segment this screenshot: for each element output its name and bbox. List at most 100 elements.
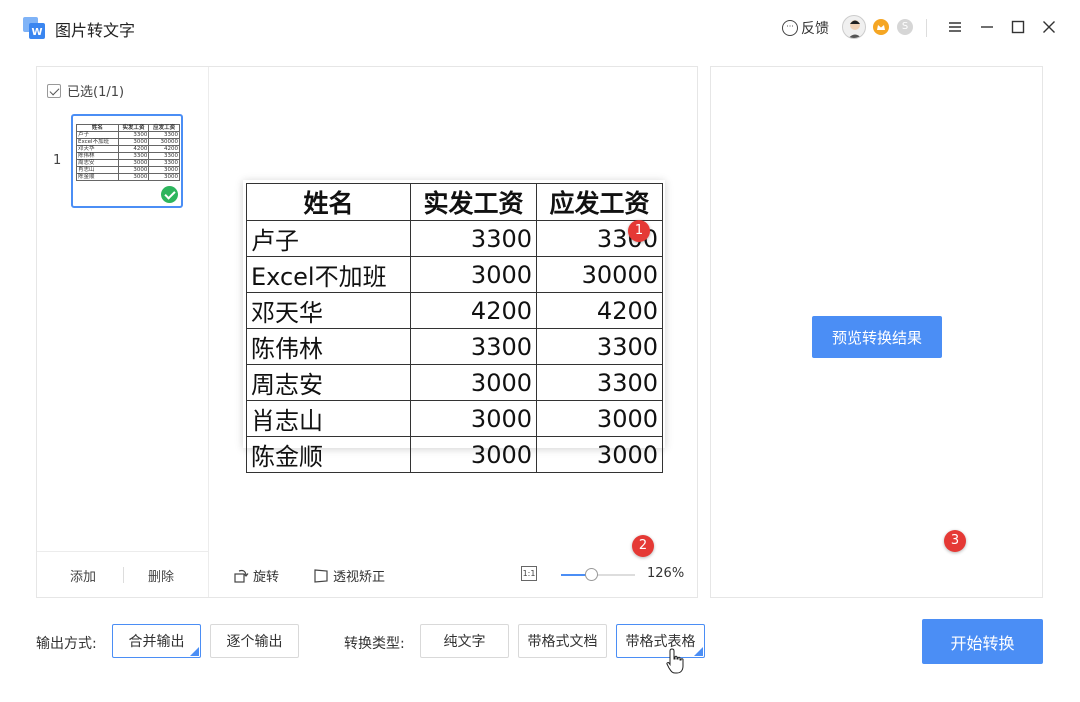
preview-table-cell: 邓天华 — [246, 292, 411, 329]
thumbnail-table-cell: 3000 — [117, 138, 150, 146]
title-bar: W 图片转文字 ··· 反馈 S — [0, 0, 1080, 56]
thumbnail-table-cell: 陈伟林 — [76, 152, 119, 160]
preview-table-cell: 3000 — [410, 400, 537, 437]
plain-text-button[interactable]: 纯文字 — [420, 624, 509, 658]
thumbnail-table-cell: 3000 — [117, 159, 150, 167]
thumbnail-table-cell: 周志安 — [76, 159, 119, 167]
thumbnail-table-cell: 30000 — [148, 138, 180, 146]
thumbnail-table-row: 卢子 3300 3300 — [76, 131, 180, 139]
preview-table-cell: 3000 — [410, 436, 537, 473]
thumbnail-footer: 添加 删除 — [37, 551, 209, 597]
hand-cursor-icon — [666, 648, 684, 674]
thumbnail-table-cell: 3300 — [117, 152, 150, 160]
preview-toolbar: 旋转 透视矫正 1:1 126% — [209, 560, 697, 588]
thumbnail-table-cell: 3000 — [117, 173, 150, 181]
preview-table-cell: 3000 — [536, 400, 663, 437]
preview-table-cell: 3000 — [410, 364, 537, 401]
perspective-correct-icon — [314, 568, 328, 583]
image-workspace-panel: 已选(1/1) 1 姓名 实发工资 应发工资 卢子 3300 3300 Excel不加班 30… — [36, 66, 698, 598]
thumbnail-table-cell: 陈金顺 — [76, 173, 119, 181]
result-panel: 预览转换结果 — [710, 66, 1043, 598]
preview-table-cell: 3000 — [536, 436, 663, 473]
thumbnail-table-row: 陈伟林 3300 3300 — [76, 152, 180, 160]
preview-table-cell: 卢子 — [246, 220, 411, 257]
start-convert-button[interactable]: 开始转换 — [922, 619, 1043, 664]
thumbnail-table-row: 邓天华 4200 4200 — [76, 145, 180, 153]
image-thumbnail[interactable]: 姓名 实发工资 应发工资 卢子 3300 3300 Excel不加班 3000 30000 邓天华… — [71, 114, 183, 208]
thumbnail-table-cell: 邓天华 — [76, 145, 119, 153]
feedback-label: 反馈 — [801, 21, 829, 37]
close-icon[interactable] — [1038, 16, 1060, 38]
check-icon — [47, 83, 61, 98]
fit-actual-size-icon[interactable]: 1:1 — [521, 566, 537, 581]
perspective-correct-button[interactable]: 透视矫正 — [313, 566, 385, 585]
preview-table-cell: 陈金顺 — [246, 436, 411, 473]
formatted-document-button[interactable]: 带格式文档 — [518, 624, 607, 658]
feedback-button[interactable]: ··· 反馈 — [782, 18, 829, 38]
step-marker-1: 1 — [628, 220, 650, 242]
hamburger-menu-icon[interactable] — [944, 16, 966, 38]
preview-table-cell: 3300 — [536, 364, 663, 401]
select-all-checkbox[interactable]: 已选(1/1) — [47, 81, 124, 100]
step-marker-3: 3 — [944, 530, 966, 552]
rotate-button[interactable]: 旋转 — [233, 566, 279, 585]
selected-check-icon — [161, 186, 178, 203]
thumbnail-table-header-cell: 姓名 — [76, 124, 119, 132]
thumbnail-table-header-cell: 应发工资 — [148, 124, 180, 132]
add-image-button[interactable]: 添加 — [70, 566, 96, 585]
thumbnail-table-row: Excel不加班 3000 30000 — [76, 138, 180, 146]
footer-divider — [123, 567, 124, 583]
preview-table-header-cell: 姓名 — [246, 183, 411, 221]
rotate-label: 旋转 — [253, 570, 280, 585]
preview-table: 姓名 实发工资 应发工资 卢子 3300 3300 Excel不加班 3000 30000 邓天华… — [246, 183, 663, 473]
app-title: 图片转文字 — [55, 21, 136, 40]
preview-table-cell: 4200 — [410, 292, 537, 329]
thumbnail-table-row: 肖志山 3000 3000 — [76, 166, 180, 174]
preview-table-row: 邓天华 4200 4200 — [246, 292, 663, 329]
zoom-slider[interactable] — [561, 568, 635, 581]
image-to-text-logo-icon: W — [23, 17, 45, 39]
thumbnail-table-cell: 3000 — [148, 173, 180, 181]
preview-table-row: 卢子 3300 3300 — [246, 220, 663, 257]
minimize-icon[interactable] — [976, 16, 998, 38]
preview-table-cell: 3300 — [410, 220, 537, 257]
preview-table-cell: 4200 — [536, 292, 663, 329]
user-avatar-icon — [848, 20, 862, 38]
preview-table-header-cell: 实发工资 — [410, 183, 537, 221]
thumbnail-index: 1 — [53, 153, 62, 168]
title-divider — [926, 19, 927, 37]
vip-crown-icon[interactable] — [873, 19, 889, 35]
perspective-label: 透视矫正 — [333, 570, 386, 585]
preview-table-cell: 3300 — [536, 328, 663, 365]
image-preview: 姓名 实发工资 应发工资 卢子 3300 3300 Excel不加班 3000 30000 邓天华… — [243, 180, 665, 473]
avatar[interactable] — [842, 15, 866, 39]
thumbnail-table: 姓名 实发工资 应发工资 卢子 3300 3300 Excel不加班 3000 30000 邓天华… — [76, 124, 180, 181]
delete-image-button[interactable]: 删除 — [148, 566, 174, 585]
preview-table-cell: Excel不加班 — [246, 256, 411, 293]
convert-type-label: 转换类型: — [344, 636, 405, 652]
preview-result-button[interactable]: 预览转换结果 — [812, 316, 942, 358]
member-badge-icon[interactable]: S — [897, 19, 913, 35]
formatted-table-button[interactable]: 带格式表格 — [616, 624, 705, 658]
single-output-button[interactable]: 逐个输出 — [210, 624, 299, 658]
thumbnail-table-cell: 卢子 — [76, 131, 119, 139]
thumbnail-table-cell: 3300 — [148, 152, 180, 160]
thumbnail-table-cell: 4200 — [117, 145, 150, 153]
zoom-slider-handle[interactable] — [584, 568, 598, 581]
maximize-icon[interactable] — [1007, 16, 1029, 38]
thumbnail-table-header-row: 姓名 实发工资 应发工资 — [76, 124, 180, 132]
thumbnail-table-row: 周志安 3000 3300 — [76, 159, 180, 167]
thumbnail-table-cell: 3000 — [117, 166, 150, 174]
preview-table-cell: 周志安 — [246, 364, 411, 401]
preview-table-cell: 3000 — [410, 256, 537, 293]
preview-table-row: 陈金顺 3000 3000 — [246, 436, 663, 473]
thumbnail-table-cell: 4200 — [148, 145, 180, 153]
preview-table-cell: 30000 — [536, 256, 663, 293]
thumbnail-table-cell: 3300 — [117, 131, 150, 139]
preview-table-cell: 肖志山 — [246, 400, 411, 437]
thumbnail-table-cell: 3000 — [148, 166, 180, 174]
preview-table-row: 陈伟林 3300 3300 — [246, 328, 663, 365]
select-all-label: 已选(1/1) — [67, 85, 125, 100]
merge-output-button[interactable]: 合并输出 — [112, 624, 201, 658]
preview-table-cell: 陈伟林 — [246, 328, 411, 365]
